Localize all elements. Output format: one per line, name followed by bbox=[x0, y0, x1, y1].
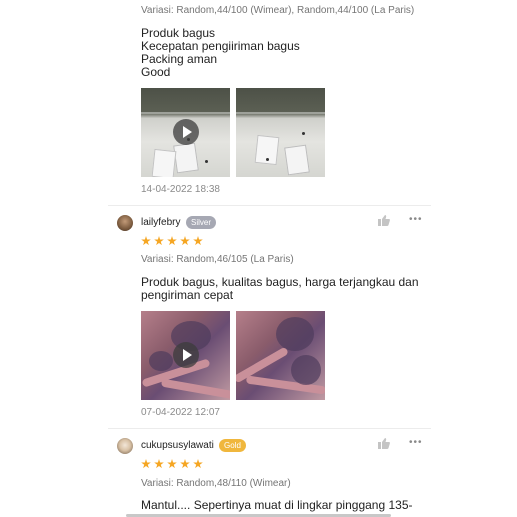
review-photo-thumbnail[interactable] bbox=[236, 311, 325, 400]
review-text-line: Good bbox=[141, 65, 171, 79]
review-divider bbox=[108, 428, 431, 429]
star-icon bbox=[180, 236, 190, 246]
reviewer-username[interactable]: cukupsusylawati bbox=[141, 440, 214, 451]
play-icon[interactable] bbox=[173, 342, 199, 368]
star-icon bbox=[193, 459, 203, 469]
star-icon bbox=[141, 236, 151, 246]
review-variation: Variasi: Random,46/105 (La Paris) bbox=[141, 254, 294, 265]
star-icon bbox=[154, 236, 164, 246]
thumbs-up-icon[interactable] bbox=[378, 215, 390, 226]
review-text-line: Mantul.... Sepertinya muat di lingkar pi… bbox=[141, 498, 413, 512]
more-options-icon[interactable]: ••• bbox=[409, 437, 423, 448]
member-badge: Gold bbox=[219, 439, 246, 452]
star-icon bbox=[167, 459, 177, 469]
review-photo-thumbnail[interactable] bbox=[236, 88, 325, 177]
star-icon bbox=[193, 236, 203, 246]
avatar[interactable] bbox=[117, 438, 133, 454]
play-icon[interactable] bbox=[173, 119, 199, 145]
review-video-thumbnail[interactable] bbox=[141, 311, 230, 400]
star-icon bbox=[141, 459, 151, 469]
review-text-line: pengiriman cepat bbox=[141, 288, 234, 302]
review-video-thumbnail[interactable] bbox=[141, 88, 230, 177]
review-text: Produk bagus Kecepatan pengiiriman bagus… bbox=[141, 27, 411, 79]
member-badge: Silver bbox=[186, 216, 217, 229]
review-variation: Variasi: Random,44/100 (Wimear), Random,… bbox=[141, 5, 415, 16]
star-icon bbox=[154, 459, 164, 469]
review-text: Mantul.... Sepertinya muat di lingkar pi… bbox=[141, 498, 413, 512]
review-date: 07-04-2022 12:07 bbox=[141, 407, 220, 418]
review-divider bbox=[108, 205, 431, 206]
review-date: 14-04-2022 18:38 bbox=[141, 184, 220, 195]
avatar[interactable] bbox=[117, 215, 133, 231]
thumbs-up-icon[interactable] bbox=[378, 438, 390, 449]
review-text-line: Packing aman bbox=[141, 52, 218, 66]
star-rating bbox=[141, 236, 203, 246]
star-icon bbox=[180, 459, 190, 469]
reviewer-username[interactable]: lailyfebry bbox=[141, 217, 180, 228]
review-text: Produk bagus, kualitas bagus, harga terj… bbox=[141, 276, 419, 302]
star-rating bbox=[141, 459, 203, 469]
star-icon bbox=[167, 236, 177, 246]
more-options-icon[interactable]: ••• bbox=[409, 214, 423, 225]
review-variation: Variasi: Random,48/110 (Wimear) bbox=[141, 478, 291, 489]
